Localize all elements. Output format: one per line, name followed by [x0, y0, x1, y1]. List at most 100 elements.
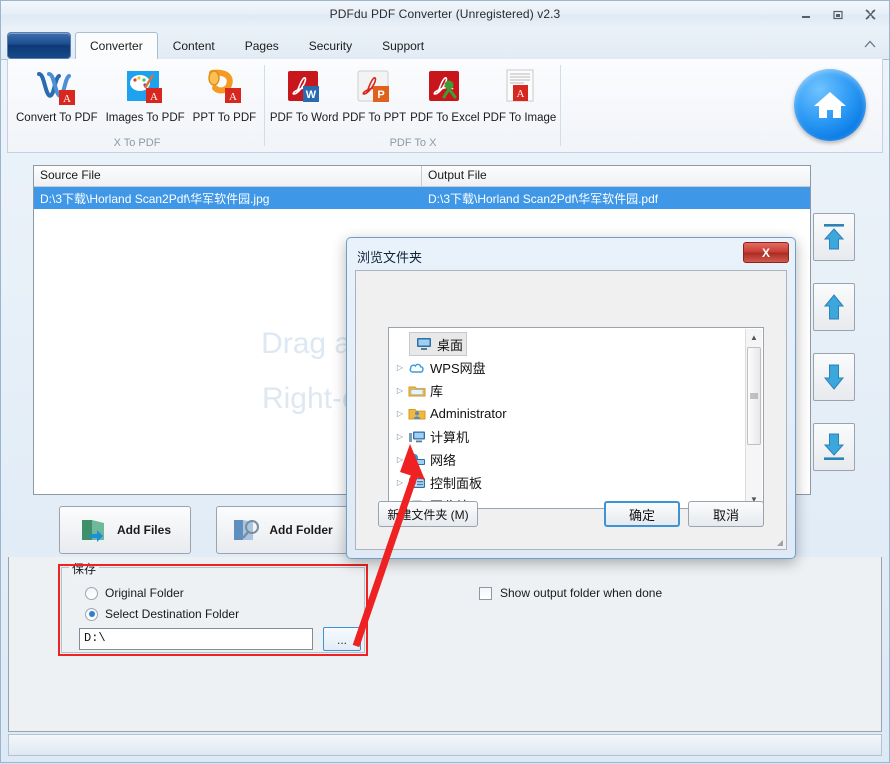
desktop-icon: [414, 337, 434, 351]
svg-text:A: A: [229, 91, 237, 103]
chevron-right-icon[interactable]: ▷: [393, 386, 407, 395]
user-folder-icon: [407, 407, 427, 421]
ribbon-panel: A Convert To PDF A Images To PDF A PPT T…: [7, 59, 883, 153]
minimize-icon[interactable]: [793, 5, 819, 24]
add-files-icon: [81, 520, 104, 542]
tree-item-library[interactable]: ▷ 库: [389, 379, 745, 402]
images-to-pdf-button[interactable]: A Images To PDF: [102, 65, 189, 124]
dialog-button-bar: 新建文件夹 (M) 确定 取消: [378, 501, 764, 527]
tree-item-administrator[interactable]: ▷ Administrator: [389, 402, 745, 425]
browse-destination-button[interactable]: ...: [323, 627, 361, 651]
tree-item-desktop-label: 桌面: [437, 337, 464, 353]
cell-output-file: D:\3下载\Horland Scan2Pdf\华军软件园.pdf: [428, 192, 659, 206]
pdf-to-excel-button[interactable]: PDF To Excel: [408, 65, 481, 124]
tree-item-network[interactable]: ▷ 网络: [389, 448, 745, 471]
add-folder-button[interactable]: Add Folder: [216, 506, 348, 554]
pdf-to-word-button[interactable]: W PDF To Word: [268, 65, 340, 124]
ppt-to-pdf-label: PPT To PDF: [192, 112, 257, 124]
ribbon-group-separator-2: [560, 65, 561, 146]
svg-text:W: W: [306, 89, 317, 101]
pdf-to-word-label: PDF To Word: [269, 112, 339, 124]
chevron-right-icon[interactable]: ▷: [393, 363, 407, 372]
pdf-to-image-button[interactable]: A PDF To Image: [481, 65, 558, 124]
cancel-button[interactable]: 取消: [688, 501, 764, 527]
chevron-right-icon[interactable]: ▷: [393, 409, 407, 418]
images-to-pdf-icon: A: [123, 67, 167, 109]
close-icon[interactable]: [857, 5, 883, 24]
window-controls: [793, 5, 883, 24]
pdf-to-ppt-icon: P: [353, 67, 395, 109]
home-button[interactable]: [794, 69, 866, 141]
add-files-button[interactable]: Add Files: [59, 506, 191, 554]
tree-item-computer[interactable]: ▷ 计算机: [389, 425, 745, 448]
tree-item-wps-cloud[interactable]: ▷ WPS网盘: [389, 356, 745, 379]
control-panel-icon: [407, 476, 427, 490]
arrow-up-icon: [823, 294, 845, 320]
ok-button[interactable]: 确定: [604, 501, 680, 527]
ppt-to-pdf-button[interactable]: A PPT To PDF: [189, 65, 261, 124]
radio-original-folder-indicator: [85, 586, 98, 600]
convert-to-pdf-button[interactable]: A Convert To PDF: [12, 65, 102, 124]
radio-select-destination-label: Select Destination Folder: [105, 607, 240, 621]
pdf-to-image-icon: A: [499, 67, 541, 109]
tree-item-control-panel[interactable]: ▷ 控制面板: [389, 471, 745, 494]
move-to-bottom-button[interactable]: [813, 423, 855, 471]
table-row[interactable]: D:\3下载\Horland Scan2Pdf\华军软件园.jpg D:\3下载…: [34, 187, 810, 209]
pdf-to-image-label: PDF To Image: [483, 112, 557, 124]
svg-text:P: P: [378, 89, 385, 101]
tree-item-network-label: 网络: [430, 453, 457, 468]
tab-content[interactable]: Content: [158, 32, 230, 59]
radio-select-destination-indicator: [85, 607, 98, 621]
svg-text:A: A: [516, 88, 524, 100]
pdf-to-ppt-label: PDF To PPT: [342, 112, 407, 124]
column-header-source-file[interactable]: Source File: [34, 166, 422, 186]
arrow-down-to-line-icon: [823, 433, 845, 460]
chevron-right-icon[interactable]: ▷: [393, 432, 407, 441]
arrow-down-icon: [823, 364, 845, 390]
folder-tree[interactable]: 桌面 ▷ WPS网盘 ▷ 库 ▷ Administrator ▷ 计算机 ▷ 网…: [388, 327, 764, 509]
application-menu-button[interactable]: [7, 32, 71, 59]
library-folder-icon: [407, 384, 427, 398]
tree-item-administrator-label: Administrator: [430, 406, 507, 421]
chevron-up-icon[interactable]: [861, 35, 879, 53]
add-files-label: Add Files: [116, 523, 171, 537]
column-header-output-file[interactable]: Output File: [422, 166, 810, 186]
move-to-top-button[interactable]: [813, 213, 855, 261]
ribbon-group-separator: [264, 65, 265, 146]
resize-grip-icon[interactable]: ◢: [777, 538, 783, 547]
tab-support[interactable]: Support: [367, 32, 439, 59]
ribbon-group-label-x-to-pdf: X To PDF: [113, 137, 161, 149]
destination-path-input[interactable]: D:\: [79, 628, 313, 650]
scroll-up-icon[interactable]: ▲: [746, 329, 762, 345]
move-down-button[interactable]: [813, 353, 855, 401]
show-output-folder-checkbox[interactable]: Show output folder when done: [479, 586, 662, 600]
tree-item-computer-label: 计算机: [430, 430, 470, 445]
radio-select-destination-folder[interactable]: Select Destination Folder: [85, 607, 239, 621]
cell-source-file: D:\3下载\Horland Scan2Pdf\华军软件园.jpg: [40, 192, 270, 206]
ribbon-tab-strip: Converter Content Pages Security Support: [1, 29, 889, 60]
window-title: PDFdu PDF Converter (Unregistered) v2.3: [329, 7, 561, 21]
file-list-header: Source File Output File: [34, 166, 810, 187]
tab-list: Converter Content Pages Security Support: [75, 29, 439, 60]
chevron-right-icon[interactable]: ▷: [393, 478, 407, 487]
pdf-to-ppt-button[interactable]: P PDF To PPT: [340, 65, 408, 124]
tree-vertical-scrollbar[interactable]: ▲ ▼: [745, 329, 762, 507]
title-bar: PDFdu PDF Converter (Unregistered) v2.3: [1, 1, 889, 29]
dialog-close-button[interactable]: X: [743, 242, 789, 263]
application-window: PDFdu PDF Converter (Unregistered) v2.3 …: [0, 0, 890, 763]
tree-item-desktop[interactable]: 桌面: [409, 332, 467, 356]
word-to-pdf-icon: A: [35, 67, 79, 109]
radio-original-folder[interactable]: Original Folder: [85, 586, 184, 600]
new-folder-button[interactable]: 新建文件夹 (M): [378, 501, 478, 527]
scrollbar-thumb[interactable]: [747, 347, 761, 445]
status-bar: [8, 734, 882, 756]
tab-converter[interactable]: Converter: [75, 32, 158, 60]
dialog-body: 桌面 ▷ WPS网盘 ▷ 库 ▷ Administrator ▷ 计算机 ▷ 网…: [355, 270, 787, 550]
chevron-right-icon[interactable]: ▷: [393, 455, 407, 464]
pdf-to-excel-label: PDF To Excel: [410, 112, 480, 124]
move-up-button[interactable]: [813, 283, 855, 331]
tab-security[interactable]: Security: [294, 32, 367, 59]
svg-text:A: A: [63, 93, 71, 105]
tab-pages[interactable]: Pages: [230, 32, 294, 59]
maximize-icon[interactable]: [825, 5, 851, 24]
